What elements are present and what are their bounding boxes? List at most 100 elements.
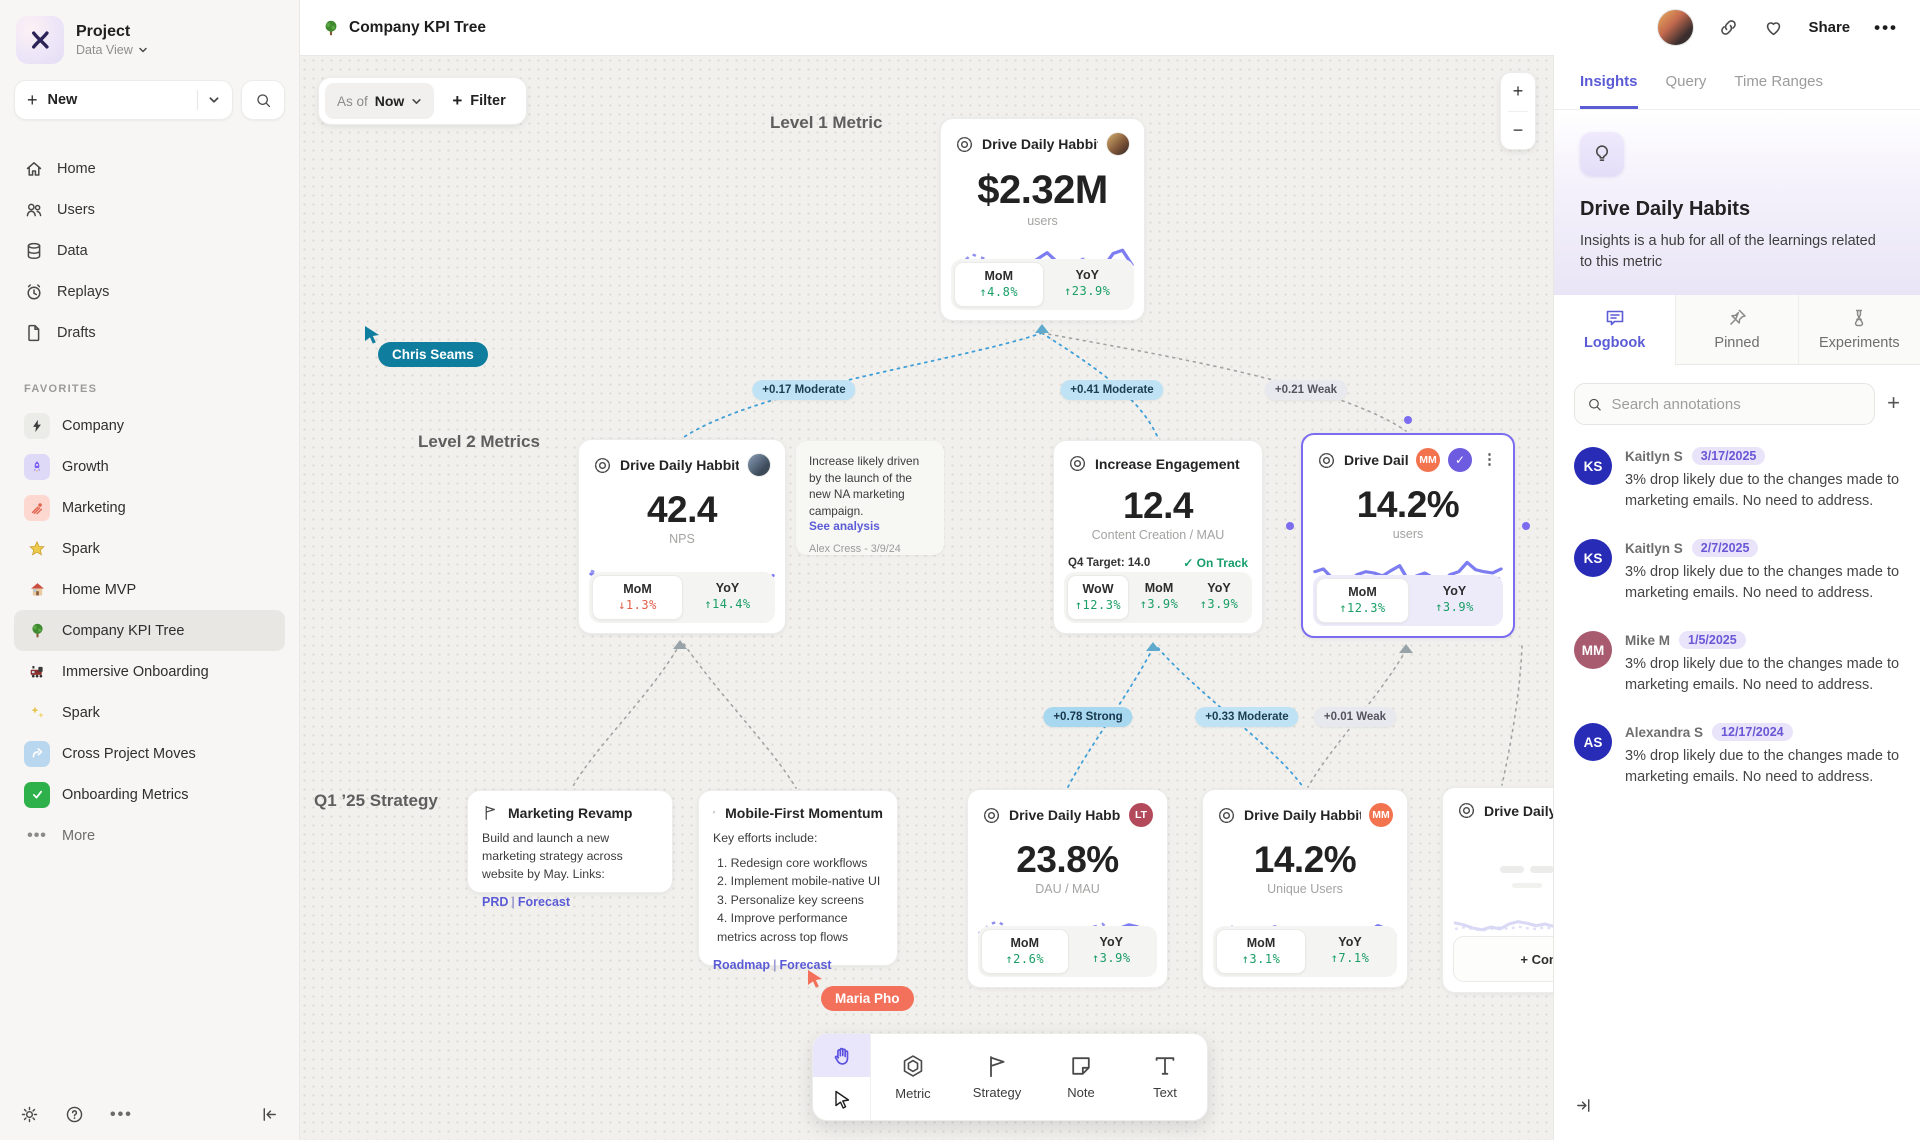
sidebar-item-growth[interactable]: Growth	[14, 446, 285, 487]
strategy-card-mobile-first-momentum[interactable]: Mobile-First Momentum Key efforts includ…	[698, 790, 898, 966]
placeholder-bars	[1443, 866, 1553, 873]
kpi-tree-canvas[interactable]: As of Now + Filter + − Level 1 Metric Le…	[300, 55, 1553, 1140]
add-filter-button[interactable]: + Filter	[438, 91, 519, 111]
sidebar-item-spark-2[interactable]: Spark	[14, 692, 285, 733]
zoom-out-button[interactable]: −	[1501, 112, 1535, 150]
stat-yoy[interactable]: YoY↑23.9%	[1044, 262, 1132, 307]
user-avatar[interactable]	[1657, 9, 1694, 46]
copy-link-icon[interactable]	[1718, 17, 1739, 38]
overflow-menu-icon[interactable]: •••	[1874, 18, 1898, 38]
help-icon[interactable]	[65, 1105, 84, 1124]
sidebar-item-more[interactable]: ••• More	[14, 815, 285, 856]
flag-icon	[713, 804, 716, 821]
stat-mom[interactable]: MoM↑3.1%	[1216, 929, 1306, 974]
metric-card-dau-mau[interactable]: Drive Daily Habbits LT 23.8% DAU / MAU M…	[967, 789, 1168, 988]
stat-mom[interactable]: MoM↑12.3%	[1316, 578, 1409, 623]
annotation-item[interactable]: KS Kaitlyn S 3/17/2025 3% drop likely du…	[1574, 447, 1900, 512]
connect-button[interactable]: + Connect	[1453, 936, 1553, 982]
share-button[interactable]: Share	[1808, 19, 1850, 36]
strategy-card-marketing-revamp[interactable]: Marketing Revamp Build and launch a new …	[467, 790, 673, 893]
prd-link[interactable]: PRD	[482, 895, 508, 909]
as-of-dropdown[interactable]: As of Now	[325, 83, 434, 119]
card-menu-icon[interactable]: ⋮	[1480, 455, 1499, 465]
metric-card-unconnected[interactable]: Drive Daily Hab + Connect	[1442, 787, 1553, 993]
metric-card-drive-daily-habbits-nps[interactable]: Drive Daily Habbits 42.4 NPS MoM↓1.3% Yo…	[578, 439, 786, 634]
owner-avatar[interactable]	[1106, 132, 1130, 156]
hand-tool-button[interactable]	[813, 1034, 870, 1077]
subtab-pinned[interactable]: Pinned	[1675, 295, 1797, 365]
stat-yoy[interactable]: YoY↑3.9%	[1409, 578, 1500, 623]
stat-mom[interactable]: MoM↑2.6%	[981, 929, 1069, 974]
sidebar-item-company[interactable]: Company	[14, 405, 285, 446]
metric-card-drive-daily-habbits-l1[interactable]: Drive Daily Habbits $2.32M users MoM↑4.8…	[940, 118, 1145, 321]
subtab-experiments[interactable]: Experiments	[1798, 295, 1920, 365]
home-icon	[24, 159, 44, 179]
roadmap-link[interactable]: Roadmap	[713, 958, 770, 972]
stat-yoy[interactable]: YoY↑7.1%	[1306, 929, 1394, 974]
forecast-link[interactable]: Forecast	[518, 895, 570, 909]
subtab-logbook[interactable]: Logbook	[1554, 295, 1675, 365]
connection-handle[interactable]	[1286, 522, 1294, 530]
favorite-label: Spark	[62, 541, 100, 557]
metric-card-drive-daily-habbits-selected[interactable]: Drive Daily Habb.. MM ✓ ⋮ 14.2% users Mo…	[1301, 433, 1515, 638]
text-tool-button[interactable]: Text	[1123, 1034, 1207, 1120]
sidebar-item-cross-project-moves[interactable]: Cross Project Moves	[14, 733, 285, 774]
favorite-label: Marketing	[62, 500, 126, 516]
owner-avatar[interactable]	[747, 453, 771, 477]
metric-tool-button[interactable]: Metric	[871, 1034, 955, 1120]
sidebar-search-button[interactable]	[241, 80, 285, 120]
new-button[interactable]: + New	[14, 80, 233, 120]
favorite-heart-icon[interactable]	[1763, 17, 1784, 38]
see-analysis-link[interactable]: See analysis	[809, 519, 931, 533]
metric-card-unique-users[interactable]: Drive Daily Habbits MM 14.2% Unique User…	[1202, 789, 1408, 988]
sidebar-item-users[interactable]: Users	[14, 189, 285, 230]
sidebar-item-home[interactable]: Home	[14, 148, 285, 189]
more-options-icon[interactable]: •••	[110, 1106, 133, 1124]
metric-unit: NPS	[579, 532, 785, 546]
collapse-sidebar-icon[interactable]	[260, 1105, 279, 1124]
stat-yoy[interactable]: YoY↑3.9%	[1069, 929, 1155, 974]
strategy-tool-button[interactable]: Strategy	[955, 1034, 1039, 1120]
annotation-item[interactable]: KS Kaitlyn S 2/7/2025 3% drop likely due…	[1574, 539, 1900, 604]
chevron-down-icon[interactable]	[208, 94, 220, 106]
sidebar-item-home-mvp[interactable]: Home MVP	[14, 569, 285, 610]
owner-badge[interactable]: MM	[1416, 448, 1440, 472]
metric-target-icon	[955, 135, 974, 154]
stat-wow[interactable]: WoW↑12.3%	[1067, 575, 1129, 620]
owner-badge[interactable]: MM	[1369, 803, 1393, 827]
note-card[interactable]: Increase likely driven by the launch of …	[796, 441, 944, 555]
tab-query[interactable]: Query	[1666, 55, 1707, 109]
view-switcher[interactable]: Data View	[76, 43, 148, 57]
connection-handle[interactable]	[1522, 522, 1530, 530]
owner-badge[interactable]: LT	[1129, 803, 1153, 827]
sidebar-item-drafts[interactable]: Drafts	[14, 312, 285, 353]
annotation-search[interactable]	[1574, 383, 1875, 425]
settings-gear-icon[interactable]	[20, 1105, 39, 1124]
metric-target-icon	[982, 806, 1001, 825]
add-annotation-button[interactable]: +	[1887, 392, 1900, 416]
annotation-item[interactable]: AS Alexandra S 12/17/2024 3% drop likely…	[1574, 723, 1900, 788]
tab-insights[interactable]: Insights	[1580, 55, 1638, 109]
sidebar-item-data[interactable]: Data	[14, 230, 285, 271]
stat-mom[interactable]: MoM↑4.8%	[954, 262, 1044, 307]
stat-yoy[interactable]: YoY↑3.9%	[1189, 575, 1249, 620]
sidebar-item-company-kpi-tree[interactable]: Company KPI Tree	[14, 610, 285, 651]
collapse-panel-icon[interactable]	[1574, 1096, 1593, 1120]
annotation-item[interactable]: MM Mike M 1/5/2025 3% drop likely due to…	[1574, 631, 1900, 696]
sidebar-item-replays[interactable]: Replays	[14, 271, 285, 312]
tab-time-ranges[interactable]: Time Ranges	[1734, 55, 1823, 109]
metric-card-increase-engagement[interactable]: Increase Engagement 12.4 Content Creatio…	[1053, 440, 1263, 634]
sidebar-item-marketing[interactable]: Marketing	[14, 487, 285, 528]
stat-yoy[interactable]: YoY↑14.4%	[683, 575, 772, 620]
sidebar-item-onboarding-metrics[interactable]: Onboarding Metrics	[14, 774, 285, 815]
annotation-search-input[interactable]	[1611, 396, 1862, 413]
zoom-in-button[interactable]: +	[1501, 73, 1535, 111]
stat-mom[interactable]: MoM↓1.3%	[592, 575, 683, 620]
sidebar-item-spark[interactable]: Spark	[14, 528, 285, 569]
select-tool-button[interactable]	[813, 1077, 870, 1120]
sidebar-item-immersive-onboarding[interactable]: Immersive Onboarding	[14, 651, 285, 692]
note-tool-button[interactable]: Note	[1039, 1034, 1123, 1120]
connection-handle[interactable]	[1404, 416, 1412, 424]
project-switcher[interactable]: Project Data View	[14, 16, 285, 64]
stat-mom[interactable]: MoM↑3.9%	[1129, 575, 1189, 620]
